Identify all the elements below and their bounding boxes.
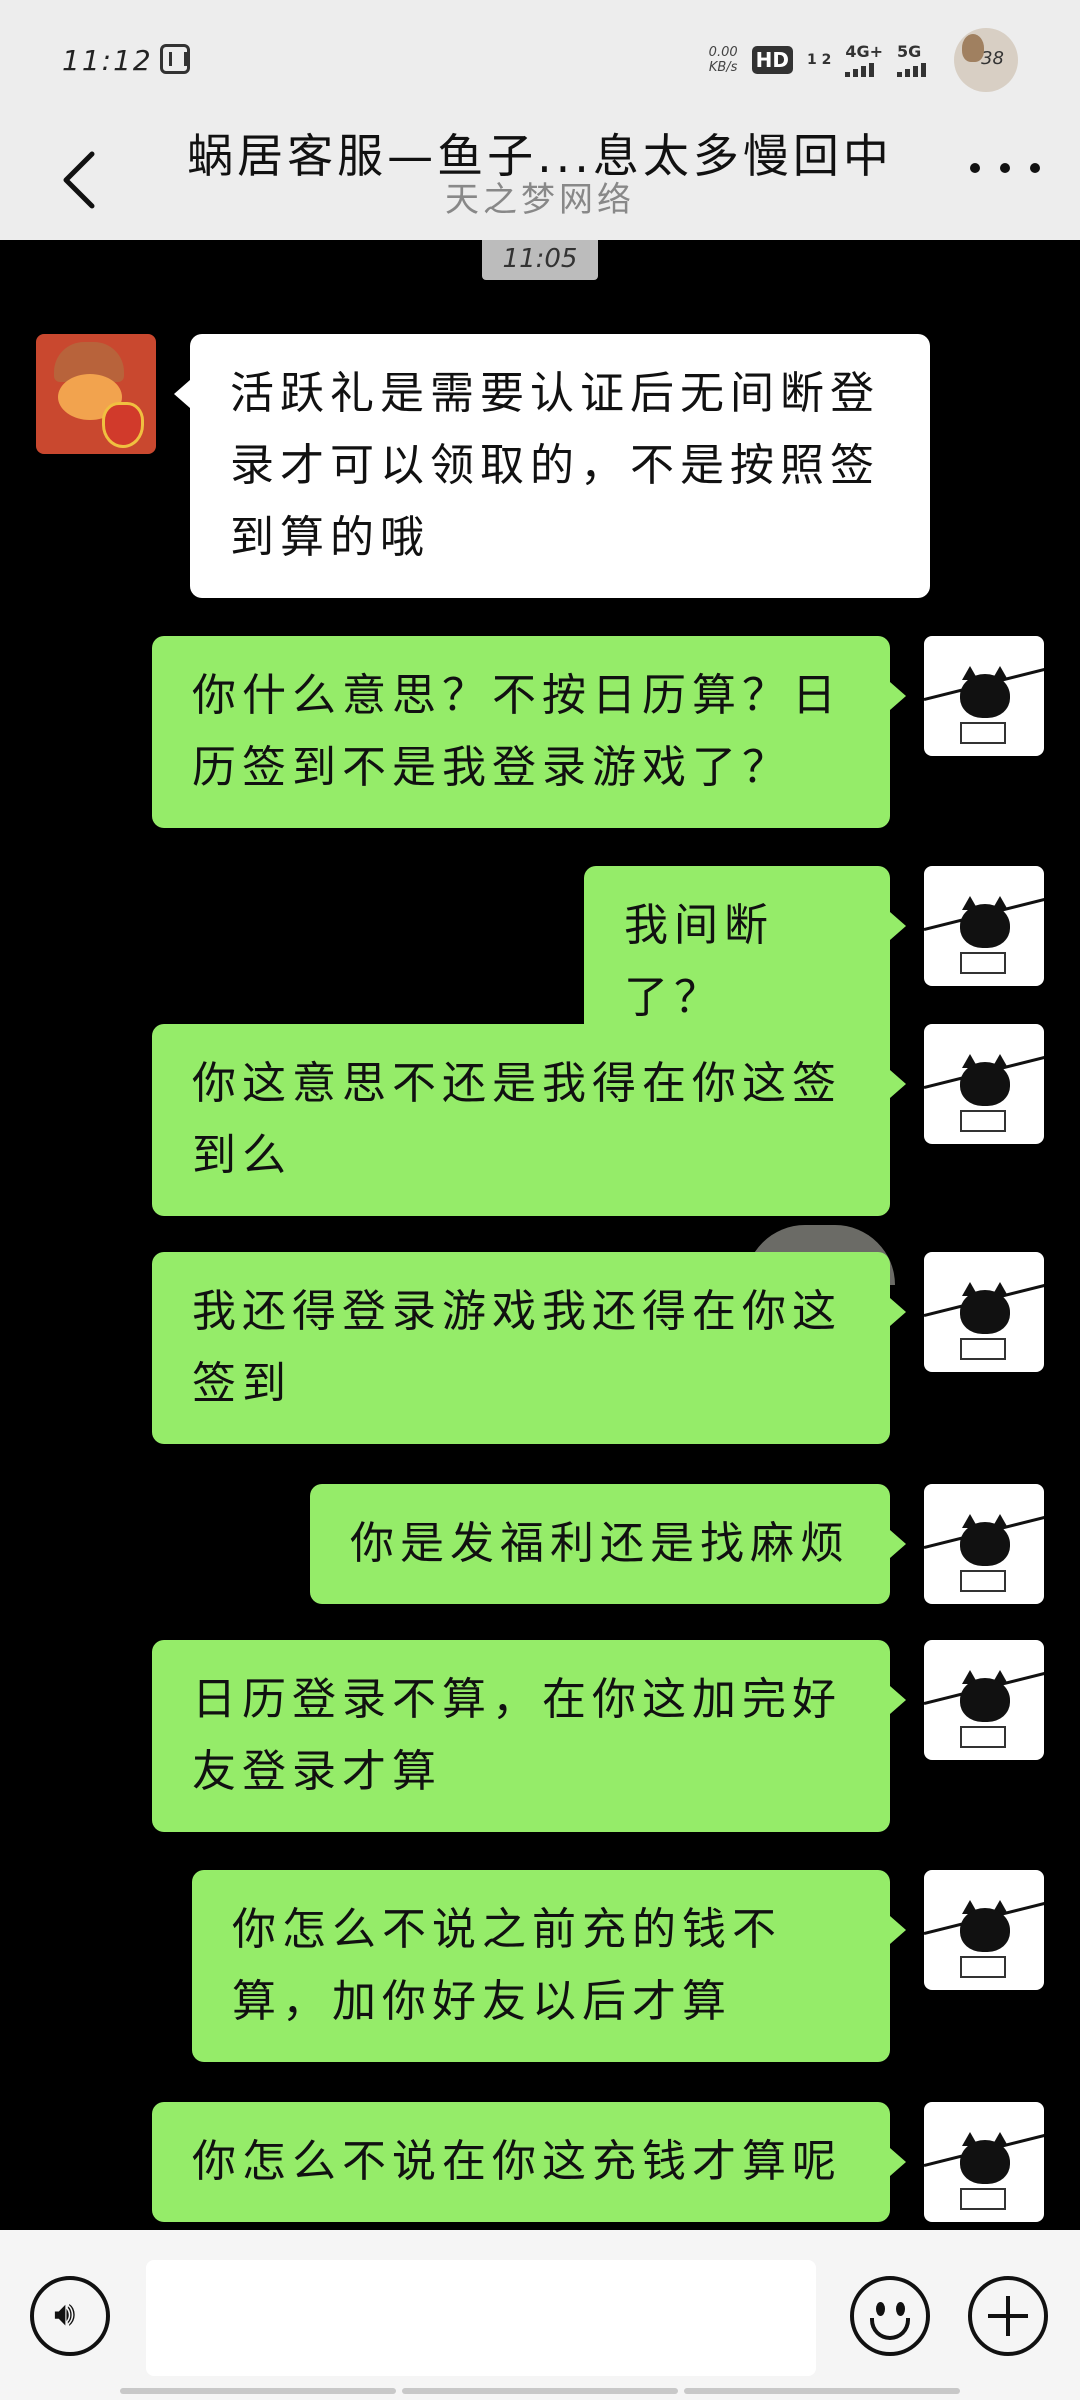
- notification-icon: [160, 44, 190, 74]
- more-options-icon[interactable]: [970, 158, 1040, 178]
- message-input-bar: 🔊︎: [0, 2230, 1080, 2400]
- chat-header: 蜗居客服—鱼子...息太多慢回中 天之梦网络: [0, 120, 1080, 240]
- message-bubble-outgoing[interactable]: 我还得登录游戏我还得在你这签到: [152, 1252, 906, 1444]
- chat-message-list[interactable]: 活跃礼是需要认证后无间断登录才可以领取的，不是按照签到算的哦 你什么意思？不按日…: [0, 240, 1080, 2230]
- gesture-bar: [120, 2388, 960, 2394]
- battery-level: 38: [981, 48, 1004, 69]
- my-avatar[interactable]: [924, 1252, 1044, 1372]
- message-bubble-outgoing[interactable]: 你这意思不还是我得在你这签到么: [152, 1024, 906, 1216]
- message-bubble-outgoing[interactable]: 日历登录不算，在你这加完好友登录才算: [152, 1640, 906, 1832]
- contact-avatar[interactable]: [36, 334, 156, 454]
- my-avatar[interactable]: [924, 866, 1044, 986]
- message-bubble-outgoing[interactable]: 你什么意思？不按日历算？日历签到不是我登录游戏了？: [152, 636, 906, 828]
- message-bubble-outgoing[interactable]: 你怎么不说在你这充钱才算呢: [152, 2102, 906, 2222]
- my-avatar[interactable]: [924, 2102, 1044, 2222]
- message-bubble-outgoing[interactable]: 你是发福利还是找麻烦: [310, 1484, 906, 1604]
- network-speed-value: 0.00: [708, 45, 738, 60]
- network-speed: 0.00 KB/s: [709, 45, 738, 75]
- emoji-icon[interactable]: [850, 2276, 930, 2356]
- my-avatar[interactable]: [924, 1024, 1044, 1144]
- voice-icon[interactable]: 🔊︎: [30, 2276, 110, 2356]
- message-bubble-incoming[interactable]: 活跃礼是需要认证后无间断登录才可以领取的，不是按照签到算的哦: [174, 334, 930, 598]
- signal-4g: 4G+: [845, 43, 883, 77]
- status-bar: 11:12 0.00 KB/s HD 1 2 4G+ 5G 38: [0, 0, 1080, 120]
- back-arrow-icon[interactable]: [52, 144, 108, 216]
- status-time: 11:12: [62, 44, 153, 77]
- my-avatar[interactable]: [924, 1484, 1044, 1604]
- signal-5g: 5G: [897, 43, 926, 77]
- network-speed-unit: KB/s: [708, 60, 738, 75]
- signal-bars-icon: [897, 61, 926, 77]
- chat-subtitle: 天之梦网络: [445, 180, 635, 220]
- hd-icon: HD: [751, 46, 793, 74]
- sim-indicator: 1 2: [806, 52, 832, 68]
- my-avatar[interactable]: [924, 1640, 1044, 1760]
- plus-icon[interactable]: [968, 2276, 1048, 2356]
- message-input[interactable]: [146, 2260, 816, 2376]
- signal-bars-icon: [845, 61, 875, 77]
- network-type-label: 5G: [897, 42, 922, 61]
- message-timestamp: 11:05: [482, 240, 598, 280]
- message-bubble-outgoing[interactable]: 你怎么不说之前充的钱不算，加你好友以后才算: [192, 1870, 906, 2062]
- network-type-label: 4G+: [845, 42, 883, 61]
- my-avatar[interactable]: [924, 1870, 1044, 1990]
- my-avatar[interactable]: [924, 636, 1044, 756]
